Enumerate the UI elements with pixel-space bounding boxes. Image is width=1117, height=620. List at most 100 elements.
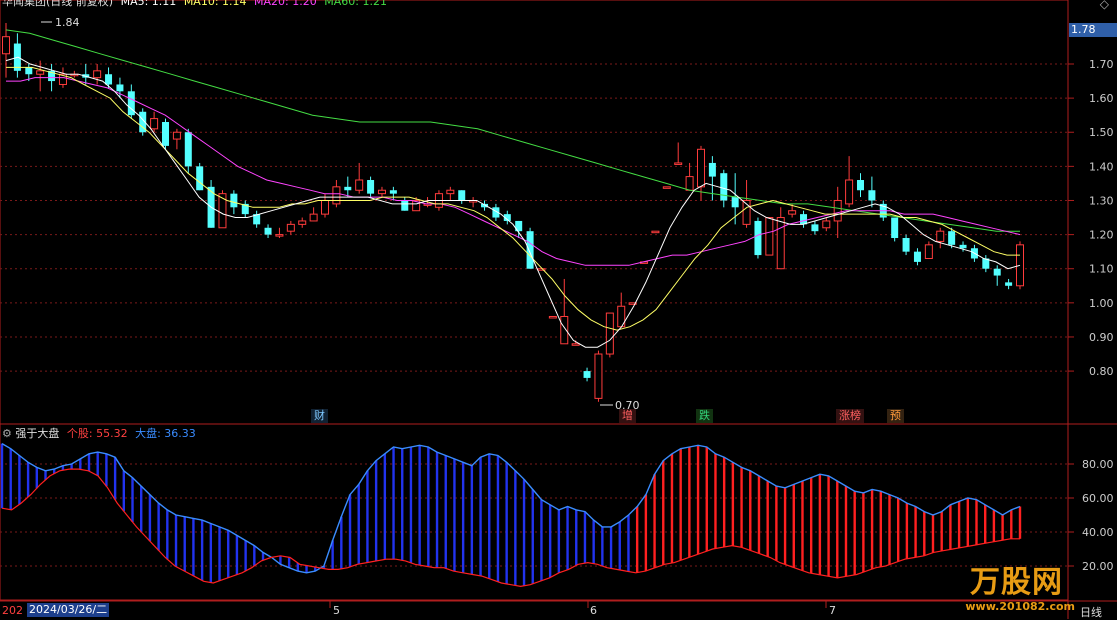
- month-label-5: 5: [333, 604, 340, 617]
- price-tick-label: 1.60: [1089, 92, 1114, 105]
- high-label: 1.84: [55, 16, 80, 29]
- event-badge-forecast[interactable]: 预: [887, 409, 904, 423]
- candle-body-down: [367, 180, 375, 194]
- candle-body-up: [571, 343, 580, 346]
- candle-body-down: [344, 186, 352, 191]
- candle-body-down: [401, 200, 409, 211]
- indicator-tick-label: 40.00: [1082, 526, 1114, 539]
- candle-body-up: [776, 217, 785, 270]
- candle-body-down: [127, 91, 135, 116]
- candle-body-up: [93, 70, 102, 79]
- price-tick-label: 1.70: [1089, 58, 1114, 71]
- candle-body-up: [548, 315, 557, 319]
- price-tick-label: 1.00: [1089, 297, 1114, 310]
- candle-body-down: [196, 166, 204, 191]
- event-badge-finance[interactable]: 财: [311, 409, 328, 423]
- candle-body-up: [662, 186, 671, 189]
- candle-body-down: [856, 180, 864, 191]
- candle-body-down: [708, 162, 716, 177]
- candle-body-up: [355, 179, 364, 191]
- ma10-label: MA10: 1.14: [183, 0, 247, 8]
- indicator-tick-label: 60.00: [1082, 492, 1114, 505]
- candle-body-down: [162, 122, 170, 146]
- event-badge-increase[interactable]: 增: [619, 409, 636, 423]
- price-tick-label: 1.10: [1089, 263, 1114, 276]
- indicator-name: 强于大盘: [15, 427, 60, 440]
- month-label-6: 6: [590, 604, 597, 617]
- ma20-line: [6, 77, 1021, 266]
- candle-body-up: [674, 162, 683, 165]
- price-tick-label: 1.30: [1089, 194, 1114, 207]
- indicator-tick-label: 20.00: [1082, 560, 1114, 573]
- candle-body-up: [924, 244, 933, 259]
- candle-body-down: [116, 84, 124, 92]
- candle-body-up: [150, 118, 159, 130]
- ma10-line: [6, 66, 1020, 331]
- candle-body-up: [936, 230, 945, 242]
- candle-body-up: [788, 210, 797, 215]
- candle-body-up: [594, 353, 603, 399]
- stock-title: 华闻集团(日线 前复权): [2, 0, 114, 8]
- indicator-tick-label: 80.00: [1082, 458, 1114, 471]
- stock-strength-label: 个股: 55.32: [66, 427, 128, 440]
- price-tick-label: 1.50: [1089, 126, 1114, 139]
- footer-left-stub: 202: [2, 604, 23, 617]
- ma5-label: MA5: 1.11: [120, 0, 177, 8]
- candle-body-up: [2, 36, 10, 55]
- watermark-brand: 万股网: [970, 565, 1063, 600]
- candle-body-down: [959, 244, 967, 249]
- ma20-label: MA20: 1.20: [254, 0, 317, 8]
- month-label-7: 7: [829, 604, 836, 617]
- indicator-header: ⚙ 强于大盘 个股: 55.32 大盘: 36.33: [2, 427, 196, 440]
- candle-body-up: [685, 176, 694, 191]
- candle-body-up: [377, 189, 386, 195]
- candle-body-down: [389, 190, 397, 194]
- ma60-label: MA60: 1.21: [324, 0, 387, 8]
- candle-body-up: [765, 217, 774, 256]
- candle-body-up: [309, 213, 318, 222]
- candle-body-up: [286, 223, 295, 232]
- candle-body-down: [25, 67, 33, 75]
- candle-body-up: [446, 189, 455, 195]
- market-strength-line: [1, 468, 1020, 588]
- market-strength-label: 大盘: 36.33: [135, 427, 196, 440]
- candle-body-down: [526, 231, 534, 269]
- candle-body-down: [230, 193, 238, 208]
- candle-body-down: [720, 173, 728, 201]
- event-badge-fall[interactable]: 跌: [696, 409, 713, 423]
- candle-body-down: [800, 214, 808, 225]
- cursor-date: 2024/03/26/二: [27, 603, 110, 617]
- candle-body-down: [184, 132, 192, 167]
- collapse-icon[interactable]: ◇: [1100, 0, 1109, 11]
- candle-body-up: [298, 220, 307, 225]
- candle-body-down: [891, 217, 899, 239]
- settings-icon[interactable]: ⚙: [2, 427, 12, 440]
- candle-body-up: [332, 186, 341, 205]
- candle-body-down: [731, 197, 739, 208]
- candle-body-down: [811, 224, 819, 232]
- price-tick-label: 0.90: [1089, 331, 1114, 344]
- candle-body-up: [845, 179, 854, 205]
- candle-body-down: [913, 251, 921, 262]
- event-badge-top-list[interactable]: 涨榜: [836, 409, 864, 423]
- candle-body-up: [651, 230, 660, 234]
- candle-body-down: [583, 371, 591, 378]
- candle-body-down: [458, 190, 466, 201]
- ma60-line: [5, 29, 1020, 232]
- watermark-url: www.201082.com: [965, 600, 1075, 613]
- ma5-line: [5, 56, 1021, 348]
- candle-body-up: [833, 199, 842, 222]
- candle-body-up: [605, 312, 614, 355]
- last-price-tag: 1.78: [1069, 23, 1117, 37]
- candle-body-up: [822, 220, 831, 229]
- candle-body-up: [172, 131, 181, 140]
- candle-body-up: [696, 148, 705, 188]
- candle-body-up: [275, 234, 284, 237]
- candle-body-down: [105, 74, 113, 85]
- candle-body-down: [868, 190, 876, 201]
- candle-body-up: [36, 70, 45, 75]
- stock-strength-line: [1, 442, 1021, 574]
- period-label[interactable]: 日线: [1080, 604, 1102, 620]
- candle-body-down: [993, 268, 1001, 276]
- stock-chart: 1.70 1.60 1.50 1.40 1.30 1.20 1.10 1.00 0.90 0.80…: [0, 0, 1117, 619]
